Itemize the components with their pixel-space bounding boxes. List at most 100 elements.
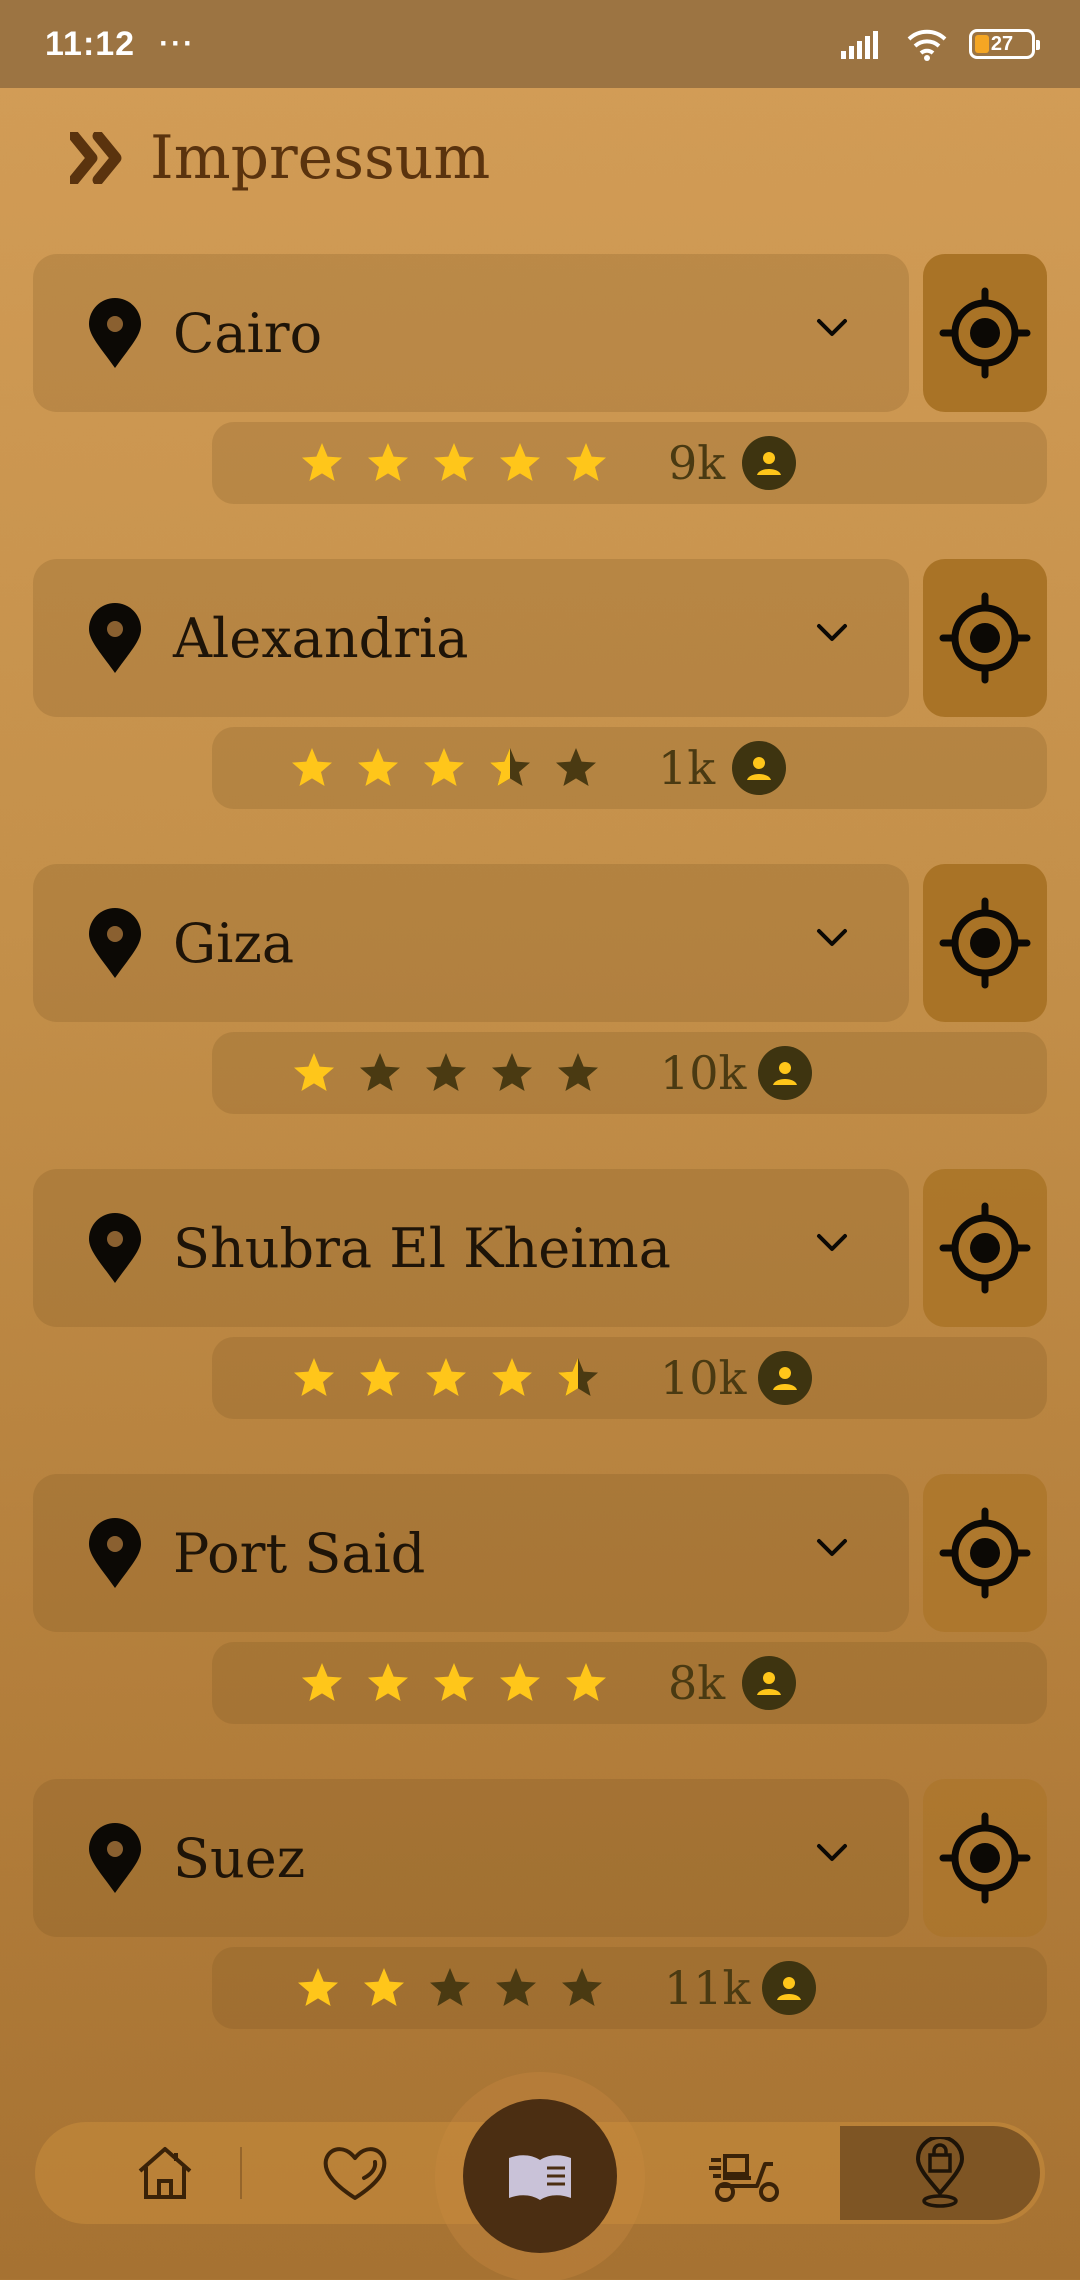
star-filled-icon (368, 443, 408, 481)
rating-bar: 1k (212, 727, 1047, 809)
city-select[interactable]: Cairo (33, 254, 909, 412)
review-count: 10k (660, 1046, 747, 1100)
star-empty-icon (562, 1968, 602, 2006)
star-half-icon (558, 1358, 598, 1396)
crosshair-icon (939, 1507, 1031, 1599)
star-rating (300, 441, 608, 485)
crosshair-icon (939, 1202, 1031, 1294)
locate-button[interactable] (923, 254, 1047, 412)
city-name: Shubra El Kheima (173, 1216, 671, 1280)
star-filled-icon (302, 443, 342, 481)
status-bar: 11:12 ··· 27 (0, 0, 1080, 88)
star-empty-icon (558, 1053, 598, 1091)
rating-bar: 11k (212, 1947, 1047, 2029)
star-filled-icon (566, 1663, 606, 1701)
locate-button[interactable] (923, 864, 1047, 1022)
star-filled-icon (434, 443, 474, 481)
city-name: Suez (173, 1826, 306, 1890)
city-list: Cairo 9k Alexandria 1k Giza 10k Shubra E… (33, 254, 1047, 2084)
star-filled-icon (302, 1663, 342, 1701)
star-filled-icon (426, 1358, 466, 1396)
review-count: 8k (668, 1656, 726, 1710)
star-filled-icon (566, 443, 606, 481)
battery-indicator: 27 (969, 29, 1040, 59)
review-count: 9k (668, 436, 726, 490)
city-entry: Cairo 9k (33, 254, 1047, 559)
city-entry: Port Said 8k (33, 1474, 1047, 1779)
nav-guide-button[interactable] (463, 2099, 617, 2253)
star-filled-icon (500, 443, 540, 481)
user-icon (758, 1046, 812, 1100)
page-header: Impressum (70, 120, 490, 196)
location-bag-icon (916, 2137, 964, 2208)
city-entry: Giza 10k (33, 864, 1047, 1169)
heart-icon (323, 2147, 387, 2200)
city-name: Alexandria (173, 606, 469, 670)
star-filled-icon (294, 1358, 334, 1396)
rating-bar: 10k (212, 1032, 1047, 1114)
rating-bar: 8k (212, 1642, 1047, 1724)
crosshair-icon (939, 287, 1031, 379)
user-icon (742, 436, 796, 490)
locate-button[interactable] (923, 559, 1047, 717)
locate-button[interactable] (923, 1779, 1047, 1937)
locate-button[interactable] (923, 1474, 1047, 1632)
rating-bar: 10k (212, 1337, 1047, 1419)
chevron-down-icon[interactable] (815, 317, 849, 339)
star-rating (292, 1356, 600, 1400)
star-rating (292, 1051, 600, 1095)
star-filled-icon (360, 1358, 400, 1396)
city-name: Port Said (173, 1521, 426, 1585)
city-select[interactable]: Shubra El Kheima (33, 1169, 909, 1327)
star-empty-icon (430, 1968, 470, 2006)
star-filled-icon (368, 1663, 408, 1701)
crosshair-icon (939, 897, 1031, 989)
star-half-icon (490, 748, 530, 786)
double-chevron-right-icon[interactable] (70, 132, 126, 184)
city-entry: Alexandria 1k (33, 559, 1047, 864)
city-select[interactable]: Giza (33, 864, 909, 1022)
star-empty-icon (426, 1053, 466, 1091)
star-filled-icon (292, 748, 332, 786)
chevron-down-icon[interactable] (815, 622, 849, 644)
chevron-down-icon[interactable] (815, 1842, 849, 1864)
map-pin-icon (89, 1213, 141, 1283)
map-pin-icon (89, 1518, 141, 1588)
city-name: Cairo (173, 301, 323, 365)
status-right-icons: 27 (841, 27, 1040, 61)
user-icon (758, 1351, 812, 1405)
star-filled-icon (424, 748, 464, 786)
city-select[interactable]: Port Said (33, 1474, 909, 1632)
chevron-down-icon[interactable] (815, 1537, 849, 1559)
locate-button[interactable] (923, 1169, 1047, 1327)
book-icon (509, 2155, 571, 2200)
star-filled-icon (364, 1968, 404, 2006)
nav-delivery[interactable] (695, 2122, 795, 2224)
nav-divider (240, 2147, 242, 2199)
star-empty-icon (556, 748, 596, 786)
chevron-down-icon[interactable] (815, 1232, 849, 1254)
review-count: 10k (660, 1351, 747, 1405)
star-empty-icon (492, 1053, 532, 1091)
page-title: Impressum (150, 123, 491, 193)
map-pin-icon (89, 1823, 141, 1893)
city-name: Giza (173, 911, 295, 975)
nav-locations[interactable] (875, 2122, 1005, 2224)
status-overflow-dots: ··· (159, 27, 196, 60)
star-filled-icon (358, 748, 398, 786)
nav-favorites[interactable] (305, 2122, 405, 2224)
user-icon (762, 1961, 816, 2015)
nav-home[interactable] (115, 2122, 215, 2224)
star-filled-icon (492, 1358, 532, 1396)
map-pin-icon (89, 298, 141, 368)
star-empty-icon (360, 1053, 400, 1091)
star-rating (300, 1661, 608, 1705)
city-select[interactable]: Alexandria (33, 559, 909, 717)
delivery-scooter-icon (709, 2154, 779, 2202)
star-empty-icon (496, 1968, 536, 2006)
chevron-down-icon[interactable] (815, 927, 849, 949)
crosshair-icon (939, 1812, 1031, 1904)
city-select[interactable]: Suez (33, 1779, 909, 1937)
map-pin-icon (89, 603, 141, 673)
rating-bar: 9k (212, 422, 1047, 504)
